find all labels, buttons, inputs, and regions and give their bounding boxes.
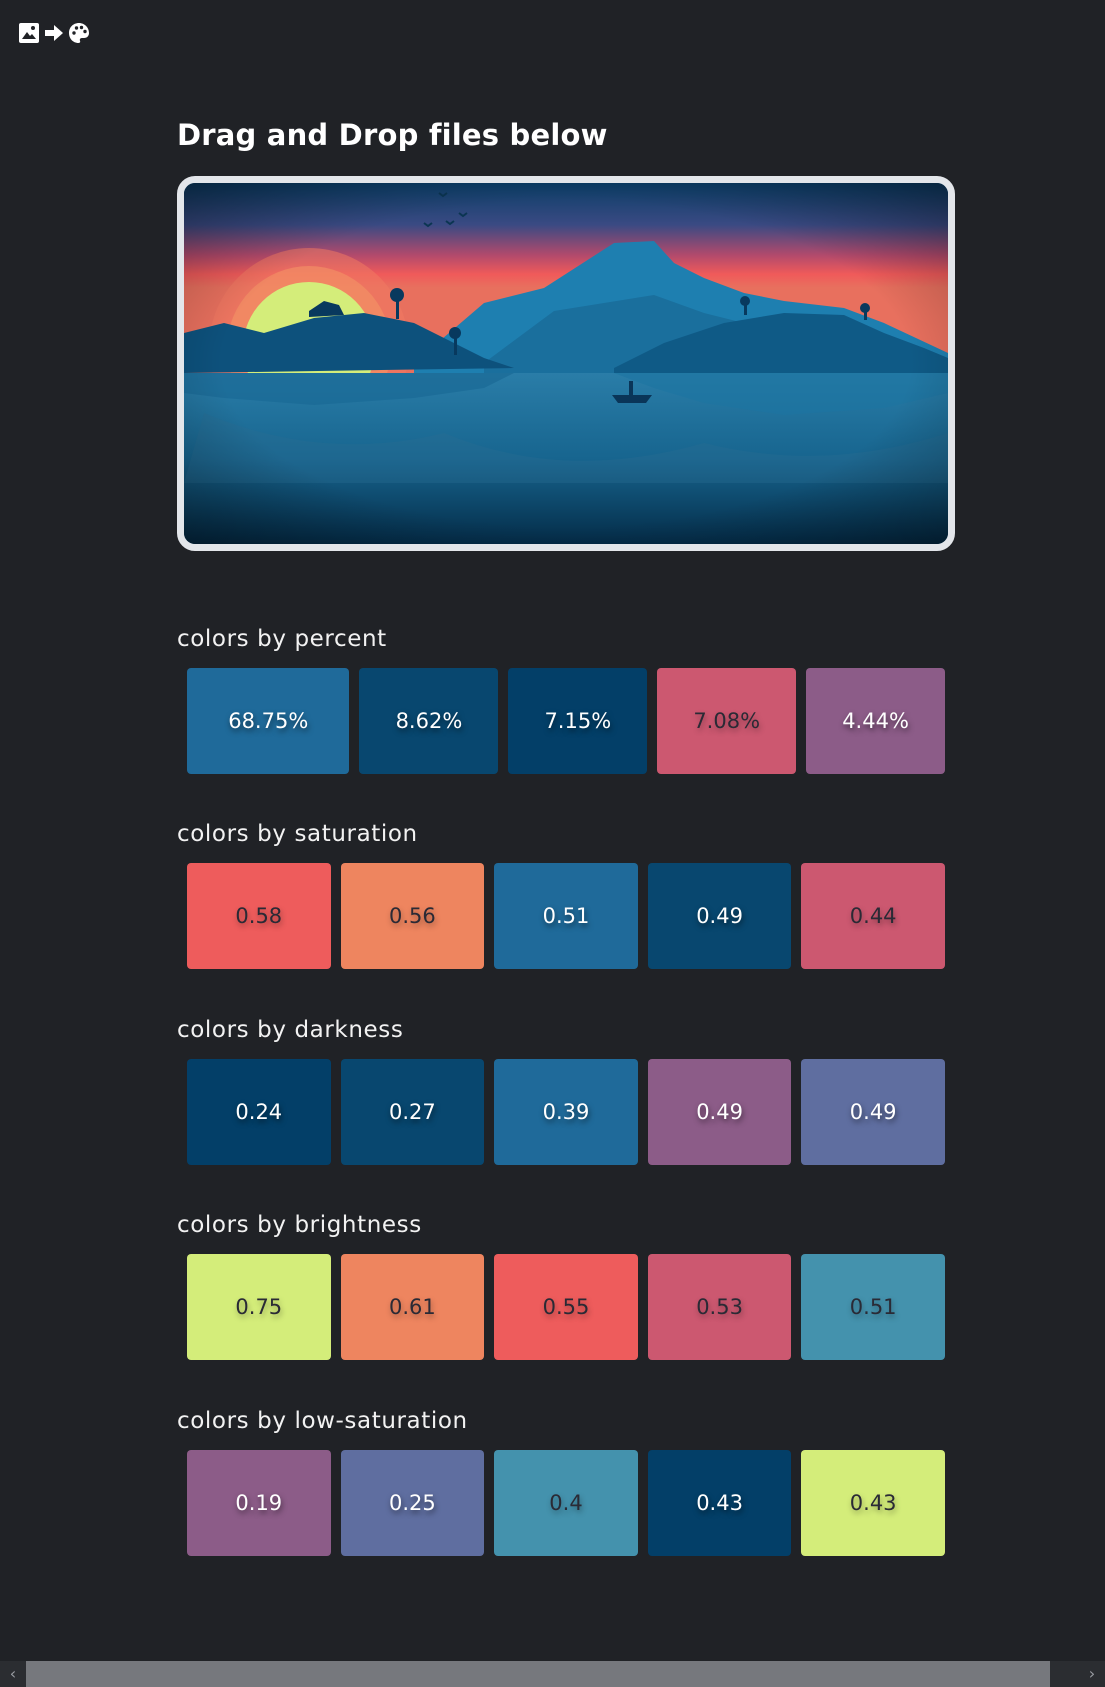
color-swatch[interactable]: 0.49 <box>647 863 792 969</box>
swatch-row: 68.75% 8.62% 7.15% 7.08% 4.44% <box>187 668 945 774</box>
scrollbar-thumb[interactable] <box>26 1661 1050 1687</box>
section-title: colors by percent <box>177 626 387 652</box>
color-swatch[interactable]: 0.56 <box>340 863 485 969</box>
color-swatch[interactable]: 0.19 <box>187 1450 331 1556</box>
color-swatch[interactable]: 0.55 <box>494 1254 638 1360</box>
color-swatch[interactable]: 0.51 <box>494 863 638 969</box>
swatch-row: 0.19 0.25 0.4 0.43 0.43 <box>187 1450 945 1556</box>
swatch-row: 0.24 0.27 0.39 0.49 0.49 <box>187 1059 945 1165</box>
color-swatch[interactable]: 0.61 <box>340 1254 485 1360</box>
color-swatch[interactable]: 0.43 <box>647 1450 792 1556</box>
palette-icon <box>68 22 90 44</box>
app-logo[interactable] <box>18 22 90 44</box>
color-swatch[interactable]: 0.39 <box>494 1059 638 1165</box>
section-percent: colors by percent 68.75% 8.62% 7.15% 7.0… <box>177 626 955 774</box>
section-title: colors by saturation <box>177 821 418 847</box>
color-swatch[interactable]: 0.44 <box>801 863 945 969</box>
color-swatch[interactable]: 7.08% <box>657 668 797 774</box>
page: Drag and Drop files below colors by perc… <box>0 0 1105 1687</box>
color-swatch[interactable]: 8.62% <box>359 668 499 774</box>
color-swatch[interactable]: 0.49 <box>801 1059 945 1165</box>
scroll-left-button[interactable]: ‹ <box>0 1661 26 1687</box>
color-swatch[interactable]: 0.43 <box>801 1450 945 1556</box>
scroll-right-button[interactable]: › <box>1079 1661 1105 1687</box>
swatch-row: 0.75 0.61 0.55 0.53 0.51 <box>187 1254 945 1360</box>
section-title: colors by brightness <box>177 1212 422 1238</box>
color-swatch[interactable]: 0.4 <box>494 1450 638 1556</box>
color-swatch[interactable]: 0.25 <box>340 1450 485 1556</box>
arrow-right-icon <box>44 23 64 43</box>
section-low-saturation: colors by low-saturation 0.19 0.25 0.4 0… <box>177 1408 955 1556</box>
preview-image <box>184 183 948 544</box>
color-swatch[interactable]: 7.15% <box>508 668 648 774</box>
section-darkness: colors by darkness 0.24 0.27 0.39 0.49 0… <box>177 1017 955 1165</box>
color-swatch[interactable]: 68.75% <box>187 668 350 774</box>
color-swatch[interactable]: 0.58 <box>187 863 331 969</box>
color-swatch[interactable]: 4.44% <box>806 668 945 774</box>
color-swatch[interactable]: 0.24 <box>187 1059 331 1165</box>
color-swatch[interactable]: 0.75 <box>187 1254 331 1360</box>
section-title: colors by darkness <box>177 1017 404 1043</box>
color-swatch[interactable]: 0.27 <box>340 1059 485 1165</box>
horizontal-scrollbar[interactable]: ‹ › <box>0 1661 1105 1687</box>
image-icon <box>18 22 40 44</box>
file-dropzone[interactable] <box>177 176 955 551</box>
section-brightness: colors by brightness 0.75 0.61 0.55 0.53… <box>177 1212 955 1360</box>
page-title: Drag and Drop files below <box>177 118 608 152</box>
section-saturation: colors by saturation 0.58 0.56 0.51 0.49… <box>177 821 955 969</box>
color-swatch[interactable]: 0.49 <box>647 1059 792 1165</box>
color-swatch[interactable]: 0.53 <box>647 1254 792 1360</box>
section-title: colors by low-saturation <box>177 1408 468 1434</box>
swatch-row: 0.58 0.56 0.51 0.49 0.44 <box>187 863 945 969</box>
color-swatch[interactable]: 0.51 <box>801 1254 945 1360</box>
